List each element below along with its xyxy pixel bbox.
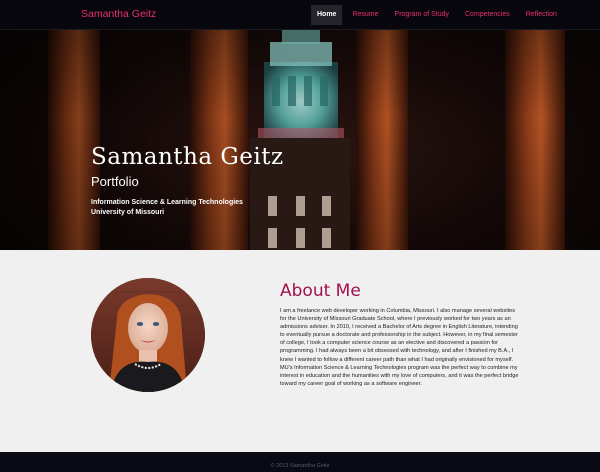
profile-photo-image [91,278,205,392]
about-body-text: I am a freelance web developer working i… [280,308,519,387]
page-footer: © 2013 Samantha Geitz [0,452,600,472]
hero-subtitle: Portfolio [91,174,139,189]
top-navbar: Samantha Geitz Home Resume Program of St… [0,0,600,30]
hero-banner: Samantha Geitz Portfolio Information Sci… [0,30,600,250]
profile-photo [91,278,205,392]
about-heading: About Me [280,281,361,301]
about-section: About Me I am a freelance web developer … [0,250,600,452]
nav-item-program-of-study[interactable]: Program of Study [389,5,455,25]
nav-item-resume[interactable]: Resume [346,5,384,25]
footer-copyright: © 2013 Samantha Geitz [270,463,330,469]
hero-program-line: Information Science & Learning Technolog… [91,199,243,206]
nav-item-home[interactable]: Home [311,5,343,25]
nav-item-reflection[interactable]: Reflection [520,5,563,25]
main-nav: Home Resume Program of Study Competencie… [311,5,567,25]
hero-overlay [0,30,600,250]
nav-item-competencies[interactable]: Competencies [459,5,516,25]
hero-university-line: University of Missouri [91,209,165,216]
hero-name-heading: Samantha Geitz [91,144,284,170]
brand-link[interactable]: Samantha Geitz [81,8,156,20]
